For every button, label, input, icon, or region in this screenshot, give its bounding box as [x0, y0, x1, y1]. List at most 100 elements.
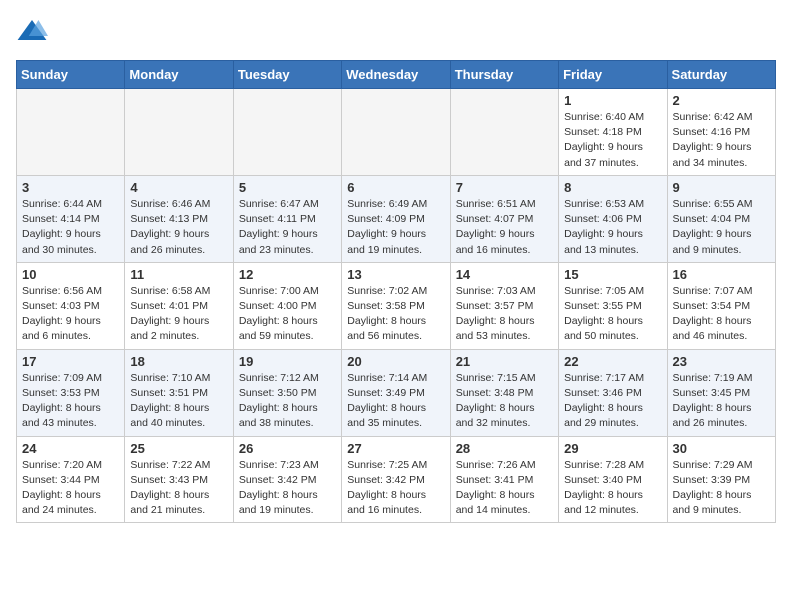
header-wednesday: Wednesday [342, 61, 450, 89]
day-info: Sunrise: 7:19 AM Sunset: 3:45 PM Dayligh… [673, 371, 770, 432]
calendar-cell [233, 89, 341, 176]
day-info: Sunrise: 6:47 AM Sunset: 4:11 PM Dayligh… [239, 197, 336, 258]
day-number: 17 [22, 354, 119, 369]
day-number: 24 [22, 441, 119, 456]
calendar-cell: 8 Sunrise: 6:53 AM Sunset: 4:06 PM Daylig… [559, 175, 667, 262]
header-monday: Monday [125, 61, 233, 89]
calendar-cell: 12 Sunrise: 7:00 AM Sunset: 4:00 PM Dayli… [233, 262, 341, 349]
day-number: 3 [22, 180, 119, 195]
calendar-cell: 20 Sunrise: 7:14 AM Sunset: 3:49 PM Dayli… [342, 349, 450, 436]
day-info: Sunrise: 6:56 AM Sunset: 4:03 PM Dayligh… [22, 284, 119, 345]
day-info: Sunrise: 6:58 AM Sunset: 4:01 PM Dayligh… [130, 284, 227, 345]
day-number: 10 [22, 267, 119, 282]
day-number: 23 [673, 354, 770, 369]
day-number: 7 [456, 180, 553, 195]
day-info: Sunrise: 7:14 AM Sunset: 3:49 PM Dayligh… [347, 371, 444, 432]
header-tuesday: Tuesday [233, 61, 341, 89]
calendar-cell: 10 Sunrise: 6:56 AM Sunset: 4:03 PM Dayli… [17, 262, 125, 349]
calendar-cell: 2Sunrise: 6:42 AM Sunset: 4:16 PM Daylig… [667, 89, 775, 176]
day-number: 20 [347, 354, 444, 369]
day-info: Sunrise: 7:02 AM Sunset: 3:58 PM Dayligh… [347, 284, 444, 345]
calendar-cell: 18 Sunrise: 7:10 AM Sunset: 3:51 PM Dayli… [125, 349, 233, 436]
header-thursday: Thursday [450, 61, 558, 89]
day-number: 13 [347, 267, 444, 282]
day-info: Sunrise: 7:26 AM Sunset: 3:41 PM Dayligh… [456, 458, 553, 519]
calendar-cell: 3 Sunrise: 6:44 AM Sunset: 4:14 PM Daylig… [17, 175, 125, 262]
calendar-table: SundayMondayTuesdayWednesdayThursdayFrid… [16, 60, 776, 523]
page-header [16, 16, 776, 48]
calendar-cell [125, 89, 233, 176]
day-number: 15 [564, 267, 661, 282]
calendar-cell: 23 Sunrise: 7:19 AM Sunset: 3:45 PM Dayli… [667, 349, 775, 436]
day-info: Sunrise: 6:44 AM Sunset: 4:14 PM Dayligh… [22, 197, 119, 258]
week-row-2: 3 Sunrise: 6:44 AM Sunset: 4:14 PM Daylig… [17, 175, 776, 262]
day-info: Sunrise: 7:10 AM Sunset: 3:51 PM Dayligh… [130, 371, 227, 432]
week-row-3: 10 Sunrise: 6:56 AM Sunset: 4:03 PM Dayli… [17, 262, 776, 349]
day-info: Sunrise: 6:55 AM Sunset: 4:04 PM Dayligh… [673, 197, 770, 258]
day-number: 29 [564, 441, 661, 456]
day-info: Sunrise: 6:40 AM Sunset: 4:18 PM Dayligh… [564, 110, 661, 171]
calendar-cell [17, 89, 125, 176]
day-number: 21 [456, 354, 553, 369]
calendar-cell: 16Sunrise: 7:07 AM Sunset: 3:54 PM Dayli… [667, 262, 775, 349]
logo-icon [16, 16, 48, 48]
calendar-body: 1Sunrise: 6:40 AM Sunset: 4:18 PM Daylig… [17, 89, 776, 523]
week-row-5: 24 Sunrise: 7:20 AM Sunset: 3:44 PM Dayli… [17, 436, 776, 523]
calendar-cell: 15Sunrise: 7:05 AM Sunset: 3:55 PM Dayli… [559, 262, 667, 349]
calendar-cell: 22Sunrise: 7:17 AM Sunset: 3:46 PM Dayli… [559, 349, 667, 436]
day-number: 18 [130, 354, 227, 369]
header-sunday: Sunday [17, 61, 125, 89]
calendar-cell: 30 Sunrise: 7:29 AM Sunset: 3:39 PM Dayli… [667, 436, 775, 523]
calendar-cell: 5 Sunrise: 6:47 AM Sunset: 4:11 PM Daylig… [233, 175, 341, 262]
day-number: 4 [130, 180, 227, 195]
day-number: 30 [673, 441, 770, 456]
calendar-cell: 13 Sunrise: 7:02 AM Sunset: 3:58 PM Dayli… [342, 262, 450, 349]
day-number: 6 [347, 180, 444, 195]
day-number: 12 [239, 267, 336, 282]
calendar-cell: 27 Sunrise: 7:25 AM Sunset: 3:42 PM Dayli… [342, 436, 450, 523]
day-info: Sunrise: 7:15 AM Sunset: 3:48 PM Dayligh… [456, 371, 553, 432]
day-info: Sunrise: 7:23 AM Sunset: 3:42 PM Dayligh… [239, 458, 336, 519]
calendar-cell: 25 Sunrise: 7:22 AM Sunset: 3:43 PM Dayli… [125, 436, 233, 523]
day-number: 9 [673, 180, 770, 195]
week-row-4: 17 Sunrise: 7:09 AM Sunset: 3:53 PM Dayli… [17, 349, 776, 436]
day-number: 19 [239, 354, 336, 369]
day-info: Sunrise: 7:17 AM Sunset: 3:46 PM Dayligh… [564, 371, 661, 432]
day-number: 11 [130, 267, 227, 282]
calendar-cell: 21 Sunrise: 7:15 AM Sunset: 3:48 PM Dayli… [450, 349, 558, 436]
calendar-header: SundayMondayTuesdayWednesdayThursdayFrid… [17, 61, 776, 89]
calendar-cell: 26 Sunrise: 7:23 AM Sunset: 3:42 PM Dayli… [233, 436, 341, 523]
header-friday: Friday [559, 61, 667, 89]
day-info: Sunrise: 7:25 AM Sunset: 3:42 PM Dayligh… [347, 458, 444, 519]
day-info: Sunrise: 7:20 AM Sunset: 3:44 PM Dayligh… [22, 458, 119, 519]
day-number: 14 [456, 267, 553, 282]
week-row-1: 1Sunrise: 6:40 AM Sunset: 4:18 PM Daylig… [17, 89, 776, 176]
day-info: Sunrise: 6:42 AM Sunset: 4:16 PM Dayligh… [673, 110, 770, 171]
calendar-cell: 11 Sunrise: 6:58 AM Sunset: 4:01 PM Dayli… [125, 262, 233, 349]
calendar-cell [342, 89, 450, 176]
calendar-cell: 9 Sunrise: 6:55 AM Sunset: 4:04 PM Daylig… [667, 175, 775, 262]
calendar-cell [450, 89, 558, 176]
day-info: Sunrise: 6:51 AM Sunset: 4:07 PM Dayligh… [456, 197, 553, 258]
day-number: 25 [130, 441, 227, 456]
calendar-cell: 19 Sunrise: 7:12 AM Sunset: 3:50 PM Dayli… [233, 349, 341, 436]
day-info: Sunrise: 6:49 AM Sunset: 4:09 PM Dayligh… [347, 197, 444, 258]
day-number: 26 [239, 441, 336, 456]
calendar-cell: 7 Sunrise: 6:51 AM Sunset: 4:07 PM Daylig… [450, 175, 558, 262]
day-number: 5 [239, 180, 336, 195]
calendar-cell: 28Sunrise: 7:26 AM Sunset: 3:41 PM Dayli… [450, 436, 558, 523]
day-info: Sunrise: 7:09 AM Sunset: 3:53 PM Dayligh… [22, 371, 119, 432]
calendar-cell: 6 Sunrise: 6:49 AM Sunset: 4:09 PM Daylig… [342, 175, 450, 262]
day-number: 8 [564, 180, 661, 195]
day-info: Sunrise: 6:53 AM Sunset: 4:06 PM Dayligh… [564, 197, 661, 258]
calendar-cell: 14 Sunrise: 7:03 AM Sunset: 3:57 PM Dayli… [450, 262, 558, 349]
day-info: Sunrise: 7:12 AM Sunset: 3:50 PM Dayligh… [239, 371, 336, 432]
day-number: 27 [347, 441, 444, 456]
day-info: Sunrise: 7:03 AM Sunset: 3:57 PM Dayligh… [456, 284, 553, 345]
calendar-cell: 4Sunrise: 6:46 AM Sunset: 4:13 PM Daylig… [125, 175, 233, 262]
day-info: Sunrise: 7:00 AM Sunset: 4:00 PM Dayligh… [239, 284, 336, 345]
header-saturday: Saturday [667, 61, 775, 89]
day-info: Sunrise: 7:28 AM Sunset: 3:40 PM Dayligh… [564, 458, 661, 519]
day-info: Sunrise: 7:29 AM Sunset: 3:39 PM Dayligh… [673, 458, 770, 519]
day-info: Sunrise: 7:22 AM Sunset: 3:43 PM Dayligh… [130, 458, 227, 519]
